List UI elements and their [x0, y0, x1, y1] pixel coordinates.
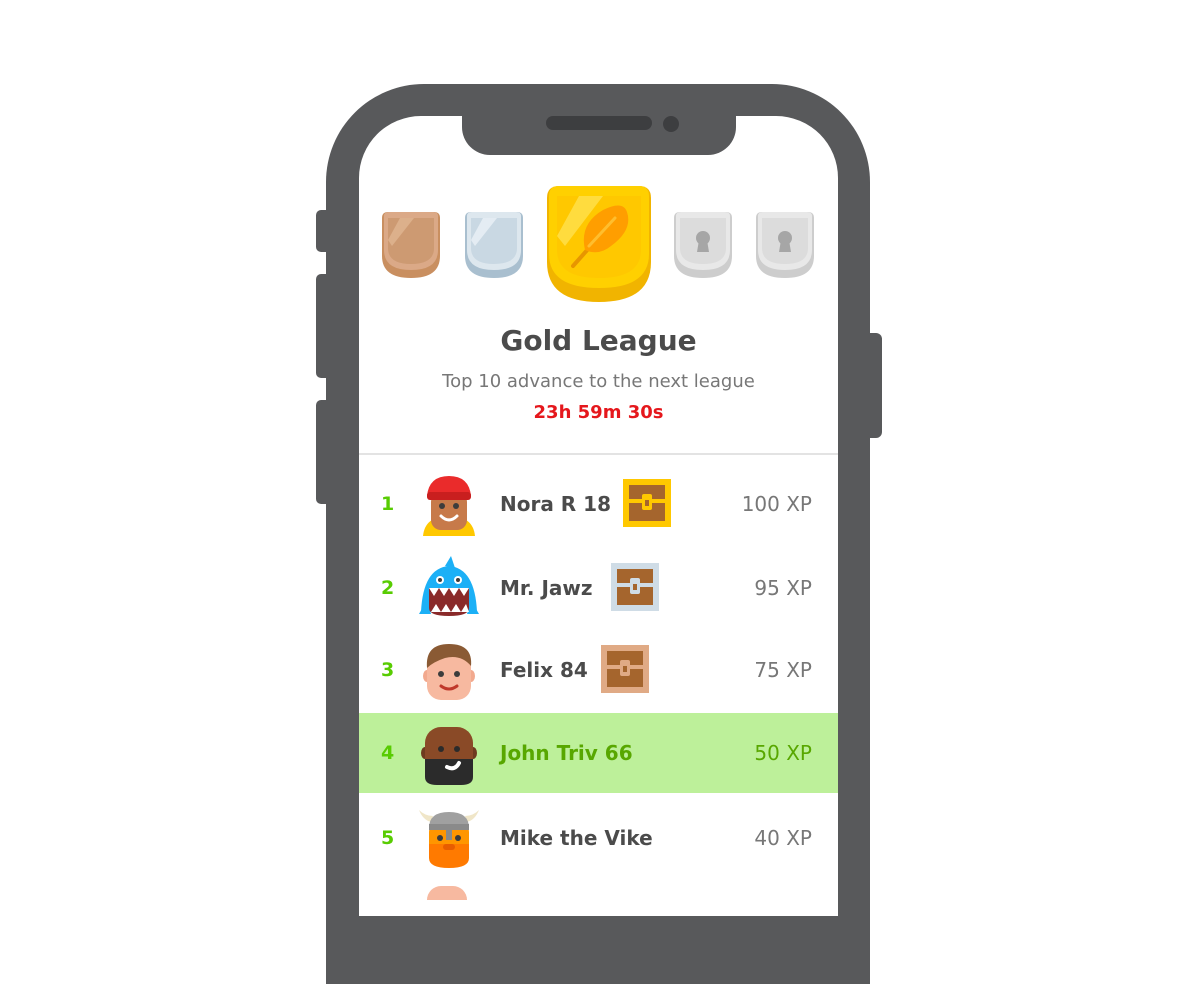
leaderboard-row-current-user[interactable]: 4 John Triv 66 50 XP	[359, 713, 838, 793]
rank-number: 3	[381, 659, 395, 681]
username[interactable]: Felix 84	[500, 630, 588, 710]
silver-league-badge[interactable]	[463, 210, 525, 280]
leaderboard-row[interactable]: 5 Mike the Vike 40 XP	[359, 798, 838, 878]
username[interactable]: Mr. Jawz	[500, 548, 593, 628]
xp-value: 50 XP	[754, 741, 812, 765]
league-countdown-timer: 23h 59m 30s	[533, 402, 664, 423]
username[interactable]: John Triv 66	[500, 713, 633, 793]
xp-value: 100 XP	[741, 492, 812, 516]
front-camera	[663, 116, 679, 132]
username[interactable]: Mike the Vike	[500, 798, 653, 878]
gold-chest-icon	[623, 479, 671, 527]
locked-league-badge[interactable]	[754, 210, 816, 280]
bronze-league-badge[interactable]	[380, 210, 442, 280]
xp-value: 40 XP	[754, 826, 812, 850]
gold-league-badge[interactable]	[545, 184, 653, 304]
brown-hair-avatar	[423, 644, 475, 700]
rank-number: 5	[381, 827, 395, 849]
leaderboard-row[interactable]: 1 Nora R 18 100 XP	[359, 464, 838, 544]
rank-number: 1	[381, 493, 395, 515]
league-subtitle: Top 10 advance to the next league	[442, 371, 755, 392]
rank-number: 2	[381, 577, 395, 599]
keyhole-icon	[778, 231, 792, 252]
xp-value: 75 XP	[754, 658, 812, 682]
leaderboard-row[interactable]: 2 Mr. Jawz 95 XP	[359, 548, 838, 628]
league-title: Gold League	[500, 324, 697, 357]
rank-number: 4	[381, 742, 395, 764]
leaderboard-row[interactable]: 3 Felix 84 75 XP	[359, 630, 838, 710]
header-divider	[359, 453, 838, 455]
bearded-avatar	[421, 727, 477, 785]
speaker-grill	[546, 116, 652, 130]
xp-value: 95 XP	[754, 576, 812, 600]
username[interactable]: Nora R 18	[500, 464, 611, 544]
bronze-chest-icon	[601, 645, 649, 693]
partial-avatar	[427, 886, 467, 900]
viking-avatar	[419, 810, 479, 868]
shark-avatar	[419, 556, 479, 616]
locked-league-badge[interactable]	[672, 210, 734, 280]
red-beanie-avatar	[423, 476, 475, 536]
silver-chest-icon	[611, 563, 659, 611]
keyhole-icon	[696, 231, 710, 252]
